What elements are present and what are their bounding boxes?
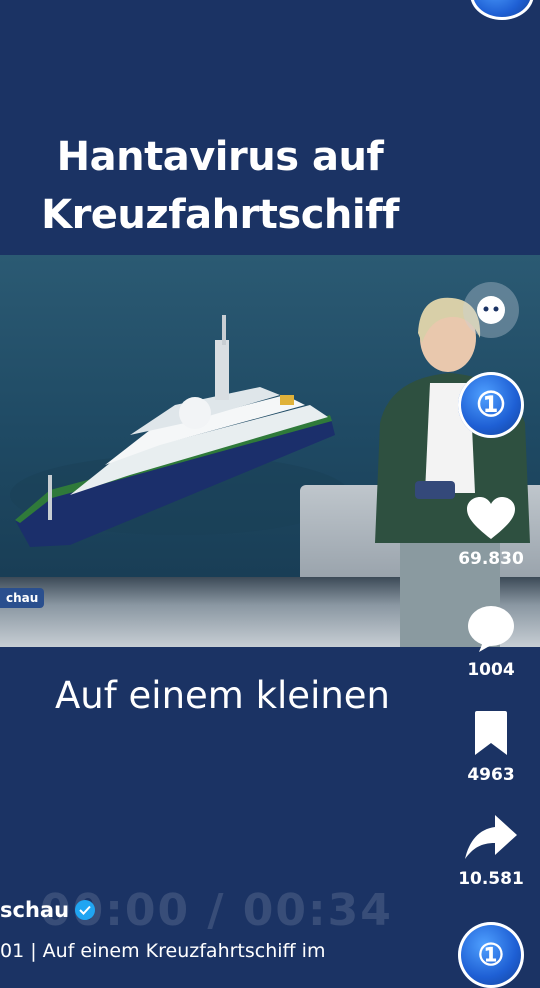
video-description[interactable]: 01 | Auf einem Kreuzfahrtschiff im [0, 940, 325, 962]
share-action[interactable]: 10.581 [452, 815, 530, 889]
headline-line-2: Kreuzfahrtschiff [41, 192, 399, 238]
comment-bubble-icon [468, 606, 514, 652]
channel-logo-bottom-icon: ① [477, 937, 505, 973]
headline-line-1: Hantavirus auf [56, 134, 384, 180]
save-count: 4963 [467, 765, 515, 785]
heart-icon [467, 497, 515, 539]
channel-logo-icon: ① [475, 385, 507, 425]
assistant-face-icon [477, 296, 505, 324]
share-count: 10.581 [458, 869, 524, 889]
channel-tag: chau [0, 588, 45, 608]
like-action[interactable]: 69.830 [452, 497, 530, 569]
video-frame[interactable]: chau [0, 255, 540, 647]
video-caption: Auf einem kleinen [54, 674, 391, 717]
channel-avatar[interactable]: ① [458, 372, 524, 438]
like-count: 69.830 [458, 549, 524, 569]
share-arrow-icon [465, 815, 517, 859]
account-row[interactable]: schau [0, 898, 96, 922]
bookmark-icon [475, 711, 507, 755]
presenter-image [375, 297, 530, 647]
channel-logo-top[interactable] [470, 0, 534, 20]
assistant-button[interactable] [463, 282, 519, 338]
comment-action[interactable]: 1004 [452, 606, 530, 680]
comment-count: 1004 [467, 660, 515, 680]
video-headline: Hantavirus auf Kreuzfahrtschiff [0, 128, 440, 244]
channel-logo-bottom[interactable]: ① [458, 922, 524, 988]
save-action[interactable]: 4963 [452, 711, 530, 785]
account-name[interactable]: schau [0, 898, 69, 922]
verified-check-icon [75, 900, 96, 920]
